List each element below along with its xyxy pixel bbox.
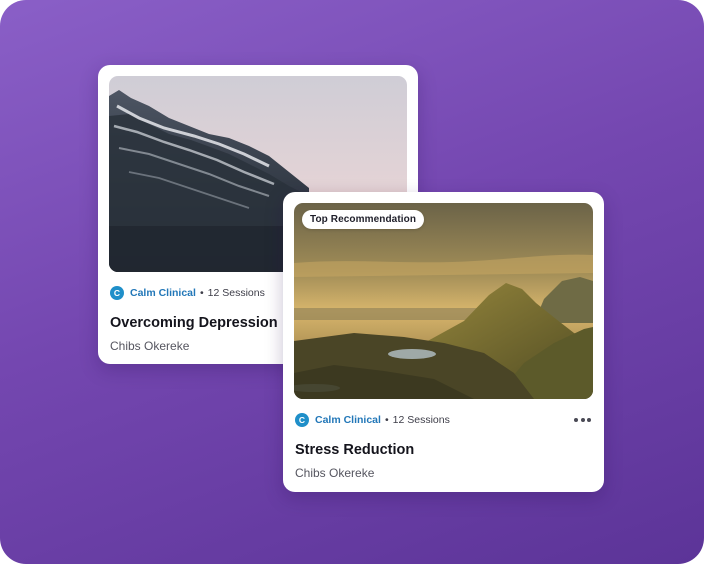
- calm-clinical-logo-icon: C: [110, 286, 124, 300]
- valley-image: [294, 203, 593, 399]
- program-meta: C Calm Clinical • 12 Sessions: [110, 286, 265, 300]
- program-meta: C Calm Clinical • 12 Sessions: [295, 413, 450, 427]
- program-thumbnail: Top Recommendation: [294, 203, 593, 399]
- top-recommendation-badge: Top Recommendation: [302, 210, 425, 229]
- provider-link[interactable]: Calm Clinical: [130, 287, 196, 299]
- program-card-stress-reduction[interactable]: Top Recommendation C Calm Clinical • 12 …: [283, 192, 604, 492]
- program-author: Chibs Okereke: [295, 466, 375, 480]
- session-count: 12 Sessions: [392, 414, 450, 426]
- meta-separator: •: [199, 287, 204, 299]
- provider-link[interactable]: Calm Clinical: [315, 414, 381, 426]
- program-title[interactable]: Stress Reduction: [295, 442, 414, 458]
- more-options-icon[interactable]: [574, 413, 591, 427]
- program-author: Chibs Okereke: [110, 339, 190, 353]
- more-dot: [587, 418, 591, 422]
- calm-clinical-logo-icon: C: [295, 413, 309, 427]
- more-dot: [580, 418, 585, 422]
- program-title[interactable]: Overcoming Depression: [110, 315, 278, 331]
- more-dot: [574, 418, 578, 422]
- app-canvas: C Calm Clinical • 12 Sessions Overcoming…: [0, 0, 704, 564]
- session-count: 12 Sessions: [207, 287, 265, 299]
- meta-separator: •: [384, 414, 389, 426]
